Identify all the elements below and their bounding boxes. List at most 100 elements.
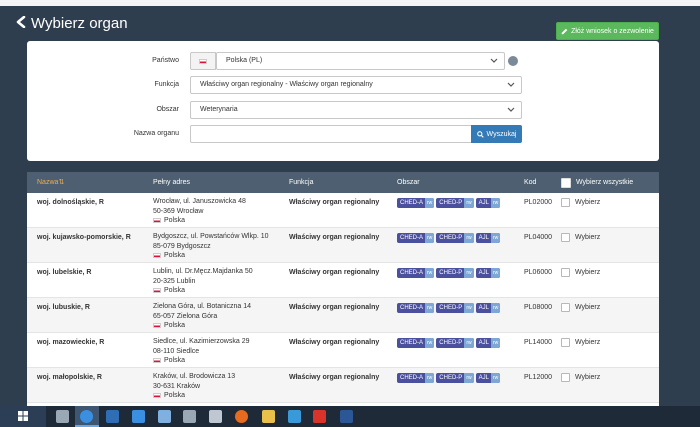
- select-organ[interactable]: Wybierz: [561, 338, 600, 347]
- area-tags: CHED-A rw CHED-P rw AJL rw: [397, 373, 501, 383]
- back-arrow-icon[interactable]: [16, 16, 32, 32]
- select-label: Wybierz: [575, 374, 601, 381]
- word-icon[interactable]: [340, 410, 353, 423]
- organ-function: Właściwy organ regionalny: [289, 304, 380, 311]
- area-select[interactable]: Weterynaria: [190, 101, 522, 119]
- country-name: Polska: [164, 357, 186, 364]
- area-tag-rw: rw: [425, 233, 435, 243]
- header-code: Kod: [524, 179, 537, 186]
- country-name: Polska: [164, 392, 186, 399]
- select-checkbox[interactable]: [561, 338, 570, 347]
- area-tag-label: CHED-A: [400, 375, 424, 381]
- area-tag-label: AJL: [478, 340, 489, 346]
- edit-icon: [561, 28, 568, 34]
- select-organ[interactable]: Wybierz: [561, 303, 600, 312]
- area-tag-rw: rw: [464, 233, 474, 243]
- apply-permit-label: Złóż wniosek o zezwolenie: [571, 27, 654, 35]
- address-line-1: Lublin, ul. Dr.Męcz.Majdanka 50: [153, 268, 253, 275]
- firefox-icon[interactable]: [235, 410, 248, 423]
- task-view-icon[interactable]: [56, 410, 69, 423]
- windows-start-icon[interactable]: [0, 406, 46, 427]
- pdf-icon[interactable]: [313, 410, 326, 423]
- header-area: Obszar: [397, 179, 420, 186]
- table-row[interactable]: woj. małopolskie, R Kraków, ul. Brodowicz…: [27, 368, 659, 403]
- select-all-checkbox[interactable]: [561, 177, 571, 188]
- table-row[interactable]: woj. mazowieckie, R Siedlce, ul. Kazimier…: [27, 333, 659, 368]
- select-organ[interactable]: Wybierz: [561, 373, 600, 382]
- globe-icon[interactable]: [508, 56, 518, 66]
- area-tag: CHED-P rw: [436, 373, 474, 383]
- chevron-down-icon: [507, 82, 515, 87]
- header-address: Pełny adres: [153, 179, 190, 186]
- header-name[interactable]: Nazwa⇅: [37, 172, 64, 193]
- table-row[interactable]: woj. dolnośląskie, R Wrocław, ul. Januszo…: [27, 193, 659, 228]
- email-icon[interactable]: [158, 410, 171, 423]
- select-organ[interactable]: Wybierz: [561, 268, 600, 277]
- mail-app-icon[interactable]: [288, 410, 301, 423]
- area-tag-rw: rw: [425, 373, 435, 383]
- network-icon[interactable]: [183, 410, 196, 423]
- organ-function: Właściwy organ regionalny: [289, 374, 380, 381]
- area-tag-rw: rw: [490, 233, 501, 243]
- area-tag: AJL rw: [475, 233, 501, 243]
- organ-code: PL06000: [524, 269, 553, 276]
- address-country: Polska: [153, 356, 250, 366]
- page-header: Wybierz organ Złóż wniosek o zezwolenie: [0, 6, 700, 40]
- ie-icon[interactable]: [132, 410, 145, 423]
- area-tag: CHED-P rw: [436, 303, 474, 313]
- area-tag-rw: rw: [425, 198, 435, 208]
- select-checkbox[interactable]: [561, 233, 570, 242]
- area-tags: CHED-A rw CHED-P rw AJL rw: [397, 268, 501, 278]
- select-checkbox[interactable]: [561, 198, 570, 207]
- area-tag-rw: rw: [464, 303, 474, 313]
- select-all[interactable]: Wybierz wszystkie: [561, 172, 633, 193]
- area-tag: CHED-P rw: [436, 198, 474, 208]
- country-select[interactable]: Polska (PL): [216, 52, 505, 70]
- select-checkbox[interactable]: [561, 268, 570, 277]
- area-tag-label: CHED-P: [439, 235, 463, 241]
- area-label: Obszar: [156, 106, 179, 113]
- select-checkbox[interactable]: [561, 303, 570, 312]
- area-tag-label: CHED-P: [439, 305, 463, 311]
- table-row[interactable]: woj. lubelskie, R Lublin, ul. Dr.Męcz.Maj…: [27, 263, 659, 298]
- area-tag-rw: rw: [490, 198, 501, 208]
- organ-code: PL14000: [524, 339, 553, 346]
- area-tag-label: CHED-A: [400, 305, 424, 311]
- folder-icon[interactable]: [262, 410, 275, 423]
- search-button[interactable]: Wyszukaj: [471, 125, 522, 143]
- area-tag-label: AJL: [478, 375, 489, 381]
- organ-code: PL12000: [524, 374, 553, 381]
- function-row: Funkcja Właściwy organ regionalny - Właś…: [27, 76, 659, 94]
- select-checkbox[interactable]: [561, 373, 570, 382]
- table-row[interactable]: woj. lubuskie, R Zielona Góra, ul. Botani…: [27, 298, 659, 333]
- area-tag-rw: rw: [490, 268, 501, 278]
- select-label: Wybierz: [575, 234, 601, 241]
- table-row[interactable]: woj. kujawsko-pomorskie, R Bydgoszcz, ul.…: [27, 228, 659, 263]
- area-tag-label: CHED-A: [400, 235, 424, 241]
- organ-name-input[interactable]: [190, 125, 472, 143]
- area-tags: CHED-A rw CHED-P rw AJL rw: [397, 198, 501, 208]
- country-label: Państwo: [152, 57, 179, 64]
- area-tag-label: AJL: [478, 305, 489, 311]
- edge-icon[interactable]: [75, 406, 99, 427]
- function-select[interactable]: Właściwy organ regionalny - Właściwy org…: [190, 76, 522, 94]
- poland-flag-icon: [153, 393, 161, 399]
- area-tag-rw: rw: [464, 198, 474, 208]
- filter-panel: Państwo Polska (PL) Funkcja Właściwy org…: [27, 41, 659, 161]
- address-country: Polska: [153, 286, 253, 296]
- area-tag-label: CHED-A: [400, 340, 424, 346]
- apply-permit-button[interactable]: Złóż wniosek o zezwolenie: [556, 22, 659, 40]
- function-label: Funkcja: [154, 81, 179, 88]
- area-tag-rw: rw: [464, 373, 474, 383]
- area-tag: CHED-A rw: [397, 233, 435, 243]
- area-tag-rw: rw: [464, 268, 474, 278]
- area-tag-label: CHED-P: [439, 270, 463, 276]
- select-organ[interactable]: Wybierz: [561, 198, 600, 207]
- area-tag-rw: rw: [490, 373, 501, 383]
- poland-flag-icon: [153, 218, 161, 224]
- taskbar: [0, 406, 700, 427]
- outlook-icon[interactable]: [106, 410, 119, 423]
- select-organ[interactable]: Wybierz: [561, 233, 600, 242]
- area-value: Weterynaria: [200, 106, 238, 113]
- remote-desktop-icon[interactable]: [209, 410, 222, 423]
